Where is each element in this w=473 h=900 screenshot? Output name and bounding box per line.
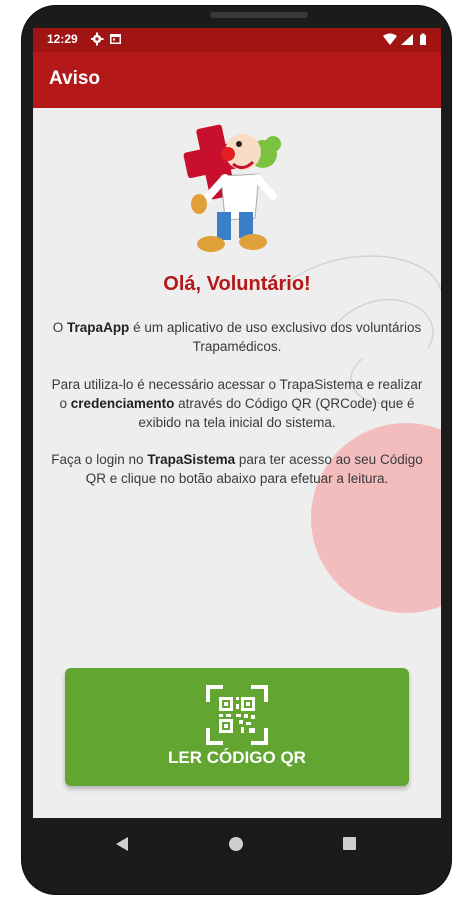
qr-code-scan-icon (206, 685, 268, 745)
credential-paragraph: Para utiliza-lo é necessário acessar o T… (51, 377, 423, 430)
screen: 12:29 Aviso Olá, Voluntário! O TrapaApp … (33, 28, 441, 818)
navigation-bar (33, 818, 441, 872)
intro-paragraph: O TrapaApp é um aplicativo de uso exclus… (52, 320, 422, 354)
read-qr-code-button[interactable]: LER CÓDIGO QR (65, 668, 409, 786)
login-paragraph: Faça o login no TrapaSistema para ter ac… (51, 452, 423, 486)
clown-mascot-logo (183, 124, 281, 252)
read-qr-code-label: LER CÓDIGO QR (168, 748, 306, 767)
headline: Olá, Voluntário! (163, 273, 311, 295)
speaker-grille (210, 12, 308, 18)
back-icon[interactable] (115, 836, 129, 852)
recents-icon[interactable] (343, 837, 356, 850)
home-icon[interactable] (229, 837, 243, 851)
